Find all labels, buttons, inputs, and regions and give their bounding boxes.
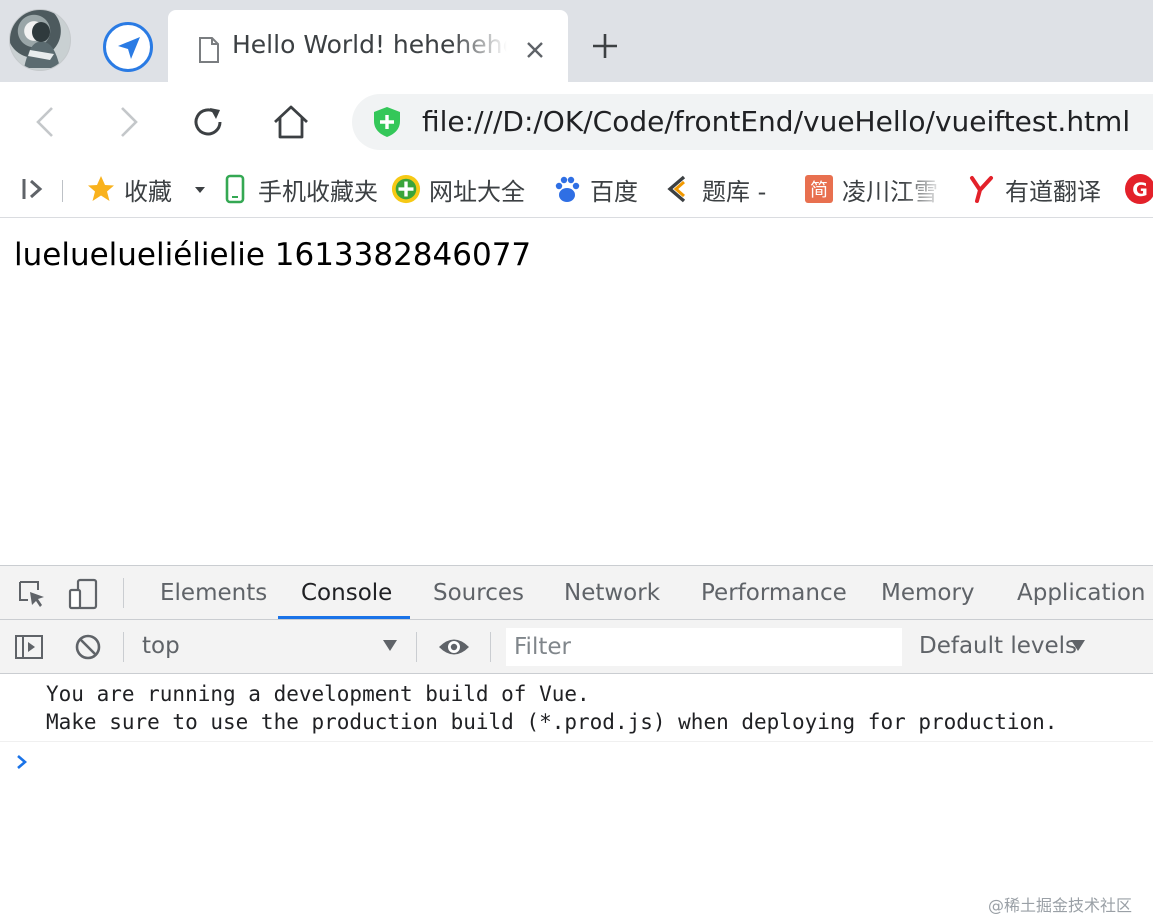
watermark: @稀土掘金技术社区 xyxy=(988,896,1133,915)
console-message-line: You are running a development build of V… xyxy=(46,682,590,706)
console-prompt-icon[interactable] xyxy=(15,752,29,772)
toolbar-divider xyxy=(490,632,491,662)
tab-performance[interactable]: Performance xyxy=(701,566,847,620)
bookmark-label: 凌川江雪 xyxy=(842,177,938,206)
chevron-down-icon[interactable] xyxy=(383,640,397,651)
tab-strip: Hello World! hehehehehehe xyxy=(0,0,1153,82)
bookmark-favorites[interactable]: 收藏 xyxy=(86,172,172,206)
profile-avatar[interactable] xyxy=(9,9,71,71)
youdao-icon xyxy=(967,174,997,204)
tab-console[interactable]: Console xyxy=(301,566,392,620)
back-icon[interactable] xyxy=(26,102,66,142)
secure-shield-icon[interactable] xyxy=(372,106,402,138)
home-icon[interactable] xyxy=(271,102,311,142)
bookmark-mobile-favorites[interactable]: 手机收藏夹 xyxy=(220,172,378,206)
tab-title: Hello World! hehehehehehe xyxy=(232,30,507,59)
page-content-text: lueluelueliélielie 1613382846077 xyxy=(14,237,532,273)
globe-plus-icon xyxy=(391,174,421,204)
bookmarks-divider xyxy=(62,180,63,202)
sidebar-toggle-icon[interactable] xyxy=(20,176,46,202)
url-text[interactable]: file:///D:/OK/Code/frontEnd/vueHello/vue… xyxy=(422,105,1130,138)
jian-icon: 简 xyxy=(804,174,834,204)
tab-application[interactable]: Application xyxy=(1017,566,1146,620)
bookmarks-bar: 收藏 手机收藏夹 网址大全 百度 题库 - 简 凌川江雪 有道翻译 G xyxy=(0,160,1153,218)
send-arrow-icon xyxy=(118,37,140,59)
toolbar-divider xyxy=(123,632,124,662)
bookmark-label: 网址大全 xyxy=(429,177,525,206)
tab-elements[interactable]: Elements xyxy=(160,566,267,620)
bookmark-label: 百度 xyxy=(590,177,638,206)
forward-icon[interactable] xyxy=(108,102,148,142)
devtools-panel: Elements Console Sources Network Perform… xyxy=(0,565,1153,920)
eye-icon[interactable] xyxy=(437,634,471,660)
bookmark-youdao[interactable]: 有道翻译 xyxy=(967,172,1101,206)
console-message-line: Make sure to use the production build (*… xyxy=(46,710,1058,734)
bookmark-label: 有道翻译 xyxy=(1005,177,1101,206)
overflow-bookmark-icon[interactable]: G xyxy=(1124,173,1153,205)
filter-input[interactable] xyxy=(506,628,902,666)
bookmark-tiku[interactable]: 题库 - xyxy=(664,172,766,206)
tab-network[interactable]: Network xyxy=(564,566,660,620)
tab-memory[interactable]: Memory xyxy=(881,566,975,620)
svg-text:简: 简 xyxy=(810,180,828,201)
chevron-down-icon[interactable] xyxy=(194,185,206,195)
phone-icon xyxy=(220,174,250,204)
active-tab-indicator xyxy=(278,616,410,619)
inspect-element-icon[interactable] xyxy=(16,578,48,610)
clear-console-icon[interactable] xyxy=(73,632,103,662)
bookmark-label: 收藏 xyxy=(124,177,172,206)
reload-icon[interactable] xyxy=(188,102,228,142)
bookmark-label: 题库 - xyxy=(702,177,767,206)
tiku-icon xyxy=(664,174,694,204)
bookmark-baidu[interactable]: 百度 xyxy=(552,172,638,206)
active-tab[interactable]: Hello World! hehehehehehe xyxy=(168,10,568,82)
log-levels-dropdown[interactable]: Default levels xyxy=(919,633,1077,659)
browser-toolbar: file:///D:/OK/Code/frontEnd/vueHello/vue… xyxy=(0,82,1153,160)
tab-sources[interactable]: Sources xyxy=(433,566,524,620)
baidu-paw-icon xyxy=(552,174,582,204)
console-divider xyxy=(0,741,1153,742)
svg-text:G: G xyxy=(1132,179,1148,201)
page-viewport: lueluelueliélielie 1613382846077 xyxy=(0,219,1153,565)
document-icon xyxy=(199,37,219,63)
chevron-down-icon[interactable] xyxy=(1071,640,1085,651)
navigation-extension-button[interactable] xyxy=(103,22,153,72)
device-toolbar-icon[interactable] xyxy=(68,578,100,610)
console-toolbar: top Default levels xyxy=(0,620,1153,674)
close-icon[interactable] xyxy=(523,38,547,62)
devtools-divider xyxy=(123,578,124,608)
bookmark-label: 手机收藏夹 xyxy=(258,177,378,206)
address-bar[interactable]: file:///D:/OK/Code/frontEnd/vueHello/vue… xyxy=(352,94,1153,150)
toolbar-divider xyxy=(416,632,417,662)
new-tab-icon[interactable] xyxy=(590,31,620,61)
sidebar-toggle-icon[interactable] xyxy=(14,632,44,662)
context-selector[interactable]: top xyxy=(142,633,180,659)
avatar-figure-icon xyxy=(24,22,60,68)
bookmark-lingchuan[interactable]: 简 凌川江雪 xyxy=(804,172,944,206)
star-icon xyxy=(86,174,116,204)
devtools-tab-bar: Elements Console Sources Network Perform… xyxy=(0,566,1153,620)
bookmark-url-directory[interactable]: 网址大全 xyxy=(391,172,525,206)
